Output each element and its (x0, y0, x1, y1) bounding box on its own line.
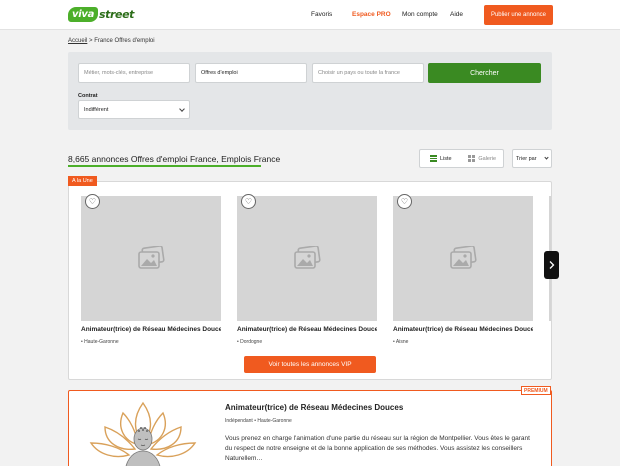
contract-select[interactable]: Indifférent (78, 100, 190, 119)
search-panel: Métier, mots-clés, entreprise Offres d'e… (68, 52, 552, 130)
publish-ad-button[interactable]: Publier une annonce (484, 5, 553, 25)
premium-contract: Indépendant (225, 418, 253, 424)
buddha-lotus-illustration (89, 401, 197, 466)
favorite-heart-icon[interactable]: ♡ (397, 194, 412, 209)
vivastreet-logo[interactable]: viva street (68, 6, 134, 23)
contract-label: Contrat (78, 93, 98, 99)
sort-select[interactable]: Trier par (512, 149, 552, 168)
card-title[interactable]: Animateur(trice) de Réseau Médecines Dou… (237, 326, 377, 333)
view-list-label: Liste (439, 155, 452, 162)
favorite-heart-icon[interactable]: ♡ (241, 194, 256, 209)
nav-mon-compte[interactable]: Mon compte (402, 11, 438, 18)
results-title-underline (68, 165, 261, 167)
chevron-down-icon (179, 106, 185, 112)
featured-card[interactable]: ♡ Animateur(trice) de Réseau Médecines D… (81, 194, 221, 345)
card-location: • Aisne (393, 339, 409, 345)
breadcrumb-separator: > (89, 38, 93, 44)
chevron-down-icon (544, 155, 549, 160)
logo-badge: viva (68, 7, 99, 22)
card-image-placeholder (237, 196, 377, 321)
breadcrumb-current: France Offres d'emploi (94, 38, 155, 44)
view-list-button[interactable]: Liste (420, 150, 462, 167)
featured-tag: A la Une (68, 176, 97, 186)
premium-listing-title[interactable]: Animateur(trice) de Réseau Médecines Dou… (225, 403, 403, 412)
nav-espace-pro[interactable]: Espace PRO (352, 11, 391, 18)
featured-card[interactable]: ♡ Animateur(trice) de Réseau Médecines D… (393, 194, 533, 345)
breadcrumb: Accueil > France Offres d'emploi (68, 38, 155, 44)
card-location: • Dordogne (237, 339, 263, 345)
keywords-input[interactable]: Métier, mots-clés, entreprise (78, 63, 190, 83)
featured-carousel: ♡ Animateur(trice) de Réseau Médecines D… (68, 181, 552, 380)
carousel-next-button[interactable] (544, 251, 559, 279)
see-all-vip-button[interactable]: Voir toutes les annonces VIP (244, 356, 376, 373)
view-toggle: Liste Galerie (419, 149, 504, 168)
premium-listing-image[interactable] (83, 399, 203, 466)
view-gallery-button[interactable]: Galerie (462, 150, 504, 167)
gallery-icon (468, 155, 476, 162)
photo-placeholder-icon (138, 246, 165, 269)
premium-listing-meta: Indépendant • Haute-Garonne (225, 418, 292, 424)
list-icon (429, 155, 437, 163)
logo-text: street (99, 8, 135, 21)
favorite-heart-icon[interactable]: ♡ (85, 194, 100, 209)
card-location: • Haute-Garonne (81, 339, 119, 345)
premium-badge: PREMIUM (521, 386, 551, 395)
photo-placeholder-icon (450, 246, 477, 269)
search-button[interactable]: Chercher (428, 63, 541, 83)
breadcrumb-home-link[interactable]: Accueil (68, 38, 87, 44)
card-image-placeholder (81, 196, 221, 321)
nav-favoris[interactable]: Favoris (311, 11, 332, 18)
nav-aide[interactable]: Aide (450, 11, 463, 18)
location-input[interactable]: Choisir un pays ou toute la france (312, 63, 424, 83)
sort-select-label: Trier par (516, 155, 537, 162)
chevron-right-icon (549, 261, 554, 269)
category-select[interactable]: Offres d'emploi (195, 63, 307, 83)
site-header: viva street Favoris Espace PRO Mon compt… (0, 0, 620, 30)
card-title[interactable]: Animateur(trice) de Réseau Médecines Dou… (393, 326, 533, 333)
contract-select-value: Indifférent (84, 106, 109, 113)
view-gallery-label: Galerie (478, 155, 497, 162)
premium-location: Haute-Garonne (257, 418, 292, 424)
card-image-placeholder (393, 196, 533, 321)
premium-listing-description: Vous prenez en charge l'animation d'une … (225, 435, 530, 462)
photo-placeholder-icon (294, 246, 321, 269)
premium-listing[interactable]: Animateur(trice) de Réseau Médecines Dou… (68, 390, 552, 466)
results-title: 8,665 annonces Offres d'emploi France, E… (68, 154, 281, 164)
featured-card[interactable]: ♡ Animateur(trice) de Réseau Médecines D… (237, 194, 377, 345)
card-title[interactable]: Animateur(trice) de Réseau Médecines Dou… (81, 326, 221, 333)
